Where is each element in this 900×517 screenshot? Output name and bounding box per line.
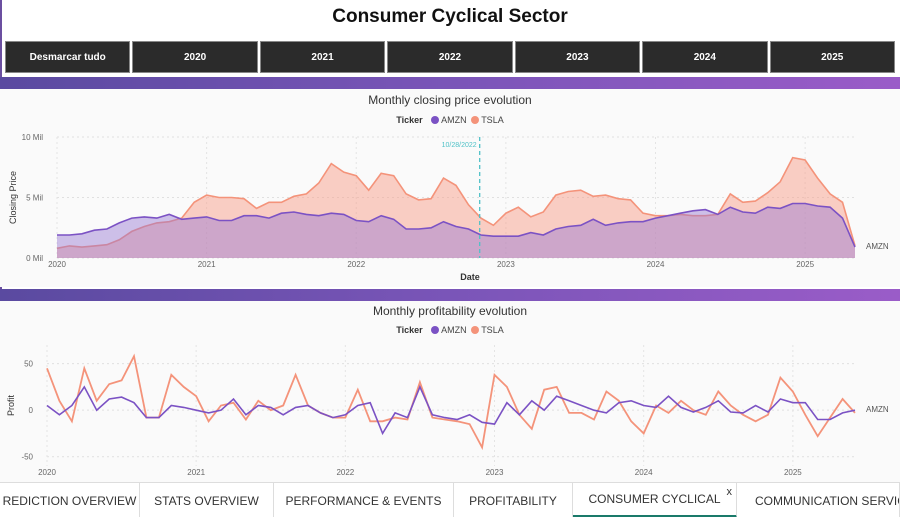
filter-year-2022-button[interactable]: 2022 (387, 41, 513, 73)
x-tick-label: 2023 (486, 468, 504, 477)
x-tick-label: 2024 (647, 260, 665, 269)
x-tick-label: 2025 (784, 468, 802, 477)
tab-performance-events[interactable]: PERFORMANCE & EVENTS (274, 483, 454, 517)
profit-chart-panel: Monthly profitability evolution Ticker A… (0, 301, 900, 482)
x-tick-label: 2021 (187, 468, 205, 477)
tab-profitability[interactable]: PROFITABILITY (454, 483, 573, 517)
price-area-chart[interactable]: 0 Mil 5 Mil 10 Mil 2020 2021 2022 2023 2024 2025… (0, 89, 900, 287)
filter-year-2024-button[interactable]: 2024 (642, 41, 768, 73)
x-tick-label: 2024 (635, 468, 653, 477)
y-tick-label: -50 (21, 453, 33, 462)
tab-label: STATS OVERVIEW (154, 493, 259, 508)
tab-prediction-overview[interactable]: REDICTION OVERVIEW (0, 483, 140, 517)
x-tick-label: 2020 (48, 260, 66, 269)
y-tick-label: 5 Mil (26, 194, 43, 203)
x-tick-label: 2022 (347, 260, 365, 269)
x-tick-label: 2021 (198, 260, 216, 269)
y-tick-label: 0 Mil (26, 254, 43, 263)
reference-line-label: 10/28/2022 (442, 142, 477, 149)
series-end-label: AMZN (866, 405, 889, 414)
series-tsla-line (46, 353, 856, 451)
tab-label: COMMUNICATION SERVICE (755, 493, 900, 508)
tab-label: REDICTION OVERVIEW (2, 493, 137, 508)
filter-deselect-all-button[interactable]: Desmarcar tudo (5, 41, 131, 73)
x-tick-label: 2022 (336, 468, 354, 477)
profit-line-chart[interactable]: 50 0 -50 2020 2021 2022 2023 2024 2025 Profit AMZN (0, 301, 900, 482)
tab-label: PERFORMANCE & EVENTS (285, 493, 442, 508)
filter-year-2020-button[interactable]: 2020 (132, 41, 258, 73)
tab-label: CONSUMER CYCLICAL (588, 492, 721, 506)
price-chart-panel: Monthly closing price evolution Ticker A… (0, 89, 900, 287)
x-tick-label: 2023 (497, 260, 515, 269)
page-tabs: REDICTION OVERVIEW STATS OVERVIEW PERFOR… (0, 482, 900, 517)
close-icon[interactable]: x (727, 486, 733, 498)
filter-year-2021-button[interactable]: 2021 (259, 41, 386, 73)
section-divider (0, 77, 900, 89)
tab-communication-services[interactable]: COMMUNICATION SERVICE (737, 483, 900, 517)
section-divider (0, 289, 900, 301)
year-filter-bar: Desmarcar tudo 2020 2021 2022 2023 2024 … (5, 41, 895, 73)
tab-label: PROFITABILITY (469, 493, 557, 508)
y-tick-label: 0 (29, 406, 34, 415)
x-tick-label: 2025 (796, 260, 814, 269)
tab-consumer-cyclical[interactable]: CONSUMER CYCLICAL x (573, 483, 737, 517)
y-axis-label: Profit (6, 395, 16, 417)
y-tick-label: 10 Mil (22, 133, 44, 142)
y-tick-label: 50 (24, 360, 33, 369)
tab-stats-overview[interactable]: STATS OVERVIEW (140, 483, 274, 517)
y-axis-label: Closing Price (8, 171, 18, 224)
filter-year-2025-button[interactable]: 2025 (769, 41, 895, 73)
x-tick-label: 2020 (38, 468, 56, 477)
x-axis-label: Date (460, 272, 480, 282)
filter-year-2023-button[interactable]: 2023 (514, 41, 641, 73)
page-title: Consumer Cyclical Sector (332, 6, 568, 27)
dashboard-frame: Consumer Cyclical Sector Desmarcar tudo … (0, 0, 900, 517)
series-end-label: AMZN (866, 242, 889, 251)
